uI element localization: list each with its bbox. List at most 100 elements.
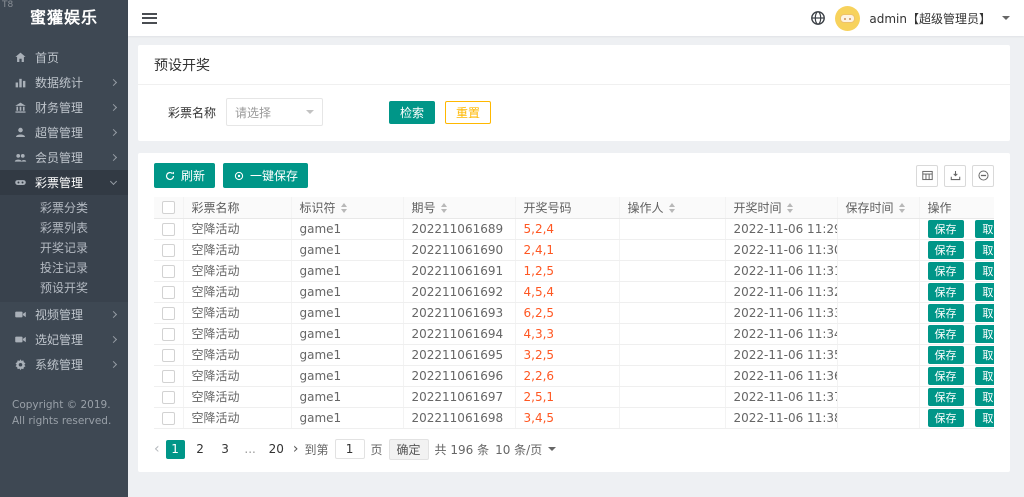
cancel-row-button[interactable]: 取消 [975,408,994,427]
chevron-right-icon [109,153,118,162]
chevron-right-icon [109,360,118,369]
lottery-name-select[interactable]: 请选择 [226,98,324,126]
sidebar-item-home[interactable]: 首页 [0,45,128,70]
row-checkbox[interactable] [161,348,175,362]
next-page-button[interactable]: › [293,441,299,457]
cancel-row-button[interactable]: 取消 [975,366,994,385]
submenu-item-draw-records[interactable]: 开奖记录 [0,238,128,258]
username-dropdown[interactable]: admin【超级管理员】 [869,10,991,27]
cell-checkbox [154,407,183,429]
row-checkbox[interactable] [161,411,175,425]
copyright-text: Copyright © 2019. All rights reserved. [12,399,112,428]
submenu-item-lottery-category[interactable]: 彩票分类 [0,198,128,218]
sort-icon[interactable] [340,203,347,214]
cancel-row-button[interactable]: 取消 [975,219,994,238]
submenu-item-lottery-list[interactable]: 彩票列表 [0,218,128,238]
save-row-button[interactable]: 保存 [927,219,964,238]
sort-icon[interactable] [440,203,447,214]
cell-actions: 保存 取消 [918,365,994,387]
sidebar-item-lottery[interactable]: 彩票管理 [0,170,128,195]
avatar-face [840,13,856,23]
sidebar-item-statistics[interactable]: 数据统计 [0,70,128,95]
cell-draw-numbers: 1,2,5 [514,260,619,282]
cancel-row-button[interactable]: 取消 [975,303,994,322]
sidebar-item-finance[interactable]: 财务管理 [0,95,128,120]
refresh-button[interactable]: 刷新 [154,163,216,188]
cancel-row-button[interactable]: 取消 [975,324,994,343]
cell-save-time [836,323,919,345]
cancel-row-button[interactable]: 取消 [975,261,994,280]
filter-columns-button[interactable] [916,164,938,187]
table-row: 空降活动 game1 202211061689 5,2,4 2022-11-06… [154,218,994,240]
table-row: 空降活动 game1 202211061690 2,4,1 2022-11-06… [154,239,994,261]
cancel-row-button[interactable]: 取消 [975,240,994,259]
row-checkbox[interactable] [161,390,175,404]
goto-page-input[interactable] [334,439,365,459]
cell-save-time [836,386,919,408]
cancel-row-button[interactable]: 取消 [975,387,994,406]
save-row-button[interactable]: 保存 [927,366,964,385]
row-checkbox[interactable] [161,327,175,341]
save-row-button[interactable]: 保存 [927,345,964,364]
goto-confirm-button[interactable]: 确定 [388,438,429,460]
print-button[interactable] [972,164,994,187]
sidebar-item-label: 数据统计 [35,76,84,90]
save-row-button[interactable]: 保存 [927,408,964,427]
submenu-item-bet-records[interactable]: 投注记录 [0,258,128,278]
menu-toggle-icon[interactable] [142,12,157,24]
sort-icon[interactable] [668,203,675,214]
row-checkbox[interactable] [161,285,175,299]
export-button[interactable] [944,164,966,187]
select-all-checkbox[interactable] [161,201,175,215]
cancel-row-button[interactable]: 取消 [975,345,994,364]
sidebar-item-members[interactable]: 会员管理 [0,145,128,170]
row-checkbox[interactable] [161,264,175,278]
save-all-button[interactable]: 一键保存 [223,163,309,188]
row-checkbox[interactable] [161,222,175,236]
sidebar-item-label: 财务管理 [35,101,84,115]
app-window: T8 蜜獾娱乐 首页 数据统计 财务管理 超管管理 会员管理 彩票管理 彩票分类… [0,0,1024,497]
sidebar-item-label: 视频管理 [35,308,84,322]
row-checkbox[interactable] [161,306,175,320]
table-tool-icons [916,164,994,187]
cell-identifier: game1 [290,281,403,303]
page-button-3[interactable]: 3 [216,440,235,459]
save-row-button[interactable]: 保存 [927,261,964,280]
table-row: 空降活动 game1 202211061698 3,4,5 2022-11-06… [154,407,994,429]
sidebar-item-superadmin[interactable]: 超管管理 [0,120,128,145]
save-row-button[interactable]: 保存 [927,282,964,301]
save-row-button[interactable]: 保存 [927,387,964,406]
sidebar-item-label: 选妃管理 [35,333,84,347]
prev-page-button[interactable]: ‹ [154,441,160,457]
reset-button[interactable]: 重置 [445,100,492,124]
cell-operator [618,365,725,387]
chart-icon [13,76,27,90]
cell-lottery-name: 空降活动 [182,281,291,303]
admin-icon [13,126,27,140]
cell-checkbox [154,302,183,324]
page-button-1[interactable]: 1 [165,439,185,459]
language-globe-icon[interactable] [810,10,826,26]
sort-icon[interactable] [786,203,793,214]
cell-draw-time: 2022-11-06 11:30:02 [724,239,837,261]
cell-issue: 202211061696 [402,365,515,387]
cell-identifier: game1 [290,344,403,366]
cell-actions: 保存 取消 [918,218,994,240]
sidebar-item-system[interactable]: 系统管理 [0,352,128,377]
sidebar-item-xuanfei[interactable]: 选妃管理 [0,327,128,352]
save-row-button[interactable]: 保存 [927,324,964,343]
row-checkbox[interactable] [161,243,175,257]
page-button-2[interactable]: 2 [191,440,210,459]
submenu-item-preset-draw[interactable]: 预设开奖 [0,278,128,298]
row-checkbox[interactable] [161,369,175,383]
sidebar-item-video[interactable]: 视频管理 [0,302,128,327]
user-avatar[interactable] [835,5,861,31]
save-row-button[interactable]: 保存 [927,303,964,322]
chevron-right-icon [109,310,118,319]
search-button[interactable]: 检索 [389,100,436,124]
save-row-button[interactable]: 保存 [927,240,964,259]
page-button-20[interactable]: 20 [266,440,287,459]
sort-icon[interactable] [898,203,905,214]
cancel-row-button[interactable]: 取消 [975,282,994,301]
per-page-select[interactable]: 10 条/页 [495,441,557,458]
